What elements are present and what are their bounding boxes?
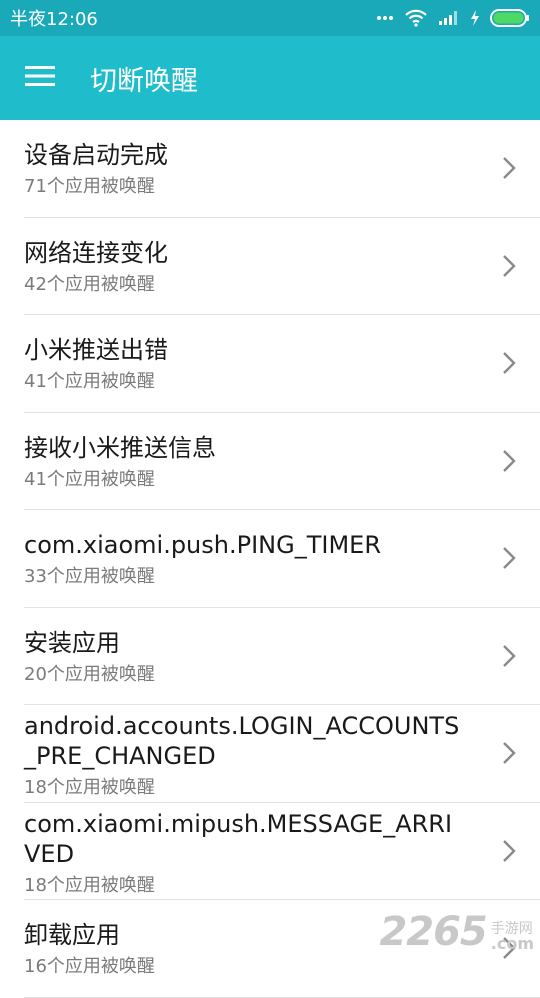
chevron-right-icon [502,839,516,867]
hamburger-menu-icon [25,65,55,91]
list-item[interactable]: 接收小米推送信息 41个应用被唤醒 [24,413,540,511]
chevron-right-icon [502,741,516,769]
list-item-subtitle: 18个应用被唤醒 [24,875,155,897]
list-item-subtitle: 71个应用被唤醒 [24,176,155,198]
list-item-subtitle: 41个应用被唤醒 [24,469,155,491]
chevron-right-icon [502,254,516,282]
watermark-text: 手游网 .com [491,922,534,952]
page-title: 切断唤醒 [90,59,198,98]
list-item-title: com.xiaomi.mipush.MESSAGE_ARRIVED [24,809,464,869]
app-bar: 切断唤醒 [0,36,540,120]
list-item-title: 接收小米推送信息 [24,433,464,463]
chevron-right-icon [502,351,516,379]
list-item-title: 安装应用 [24,628,464,658]
chevron-right-icon [502,449,516,477]
watermark-domain: .com [491,936,534,952]
list-item[interactable]: 设备启动完成 71个应用被唤醒 [24,120,540,218]
list-item[interactable]: com.xiaomi.push.PING_TIMER 33个应用被唤醒 [24,510,540,608]
list-item-subtitle: 16个应用被唤醒 [24,956,155,978]
status-icons [376,9,530,27]
list-item-subtitle: 33个应用被唤醒 [24,566,155,588]
list-item-subtitle: 20个应用被唤醒 [24,664,155,686]
list-item-title: 小米推送出错 [24,335,464,365]
list-item-title: android.accounts.LOGIN_ACCOUNTS_PRE_CHAN… [24,711,464,771]
watermark-number: 2265 [379,912,486,952]
battery-icon [490,9,530,27]
chevron-right-icon [502,644,516,672]
list-item-title: 网络连接变化 [24,238,464,268]
chevron-right-icon [502,546,516,574]
more-dots-icon [376,15,394,21]
list-item[interactable]: 小米推送出错 41个应用被唤醒 [24,315,540,413]
wakeup-trigger-list: 设备启动完成 71个应用被唤醒 网络连接变化 42个应用被唤醒 小米推送出错 4… [0,120,540,998]
menu-button[interactable] [0,36,82,120]
list-item[interactable]: com.xiaomi.mipush.MESSAGE_ARRIVED 18个应用被… [24,803,540,901]
list-item[interactable]: android.accounts.LOGIN_ACCOUNTS_PRE_CHAN… [24,705,540,803]
list-item[interactable]: 网络连接变化 42个应用被唤醒 [24,218,540,316]
chevron-right-icon [502,156,516,184]
list-item-title: com.xiaomi.push.PING_TIMER [24,530,464,560]
list-item[interactable]: 安装应用 20个应用被唤醒 [24,608,540,706]
list-item-subtitle: 42个应用被唤醒 [24,274,155,296]
wifi-icon [404,9,428,27]
list-item-subtitle: 41个应用被唤醒 [24,371,155,393]
status-bar: 半夜12:06 [0,0,540,36]
site-watermark: 2265 手游网 .com [379,912,534,952]
status-time: 半夜12:06 [10,5,98,31]
list-item-title: 设备启动完成 [24,140,464,170]
signal-icon [438,10,460,26]
list-item-subtitle: 18个应用被唤醒 [24,777,155,799]
charging-icon [470,10,480,26]
